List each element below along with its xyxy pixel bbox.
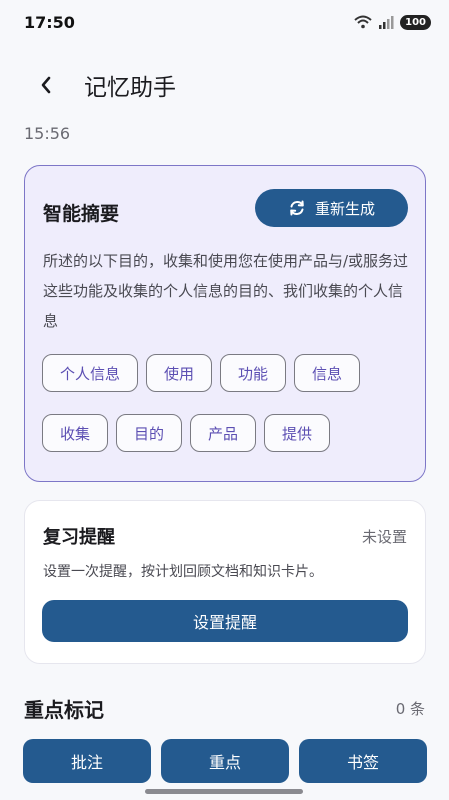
- header: 记忆助手: [0, 58, 449, 112]
- status-time: 17:50: [24, 12, 75, 32]
- highlight-actions: 批注 重点 书签: [23, 739, 427, 783]
- tag-chip[interactable]: 功能: [220, 354, 287, 392]
- review-description: 设置一次提醒，按计划回顾文档和知识卡片。: [43, 564, 323, 580]
- set-reminder-button[interactable]: 设置提醒: [42, 600, 408, 642]
- tag-chip[interactable]: 个人信息: [42, 354, 139, 392]
- signal-icon: [379, 16, 394, 29]
- tag-chip[interactable]: 信息: [294, 354, 361, 392]
- timestamp: 15:56: [24, 124, 71, 143]
- review-status: 未设置: [361, 528, 407, 546]
- summary-title: 智能摘要: [43, 203, 120, 225]
- highlight-button[interactable]: 重点: [161, 739, 289, 783]
- wifi-icon: [354, 15, 372, 29]
- refresh-icon: [290, 200, 304, 216]
- battery-indicator: 100: [400, 14, 431, 30]
- tag-chip[interactable]: 产品: [190, 414, 257, 452]
- tag-chip[interactable]: 提供: [264, 414, 331, 452]
- highlights-count: 0 条: [395, 700, 425, 718]
- highlights-title: 重点标记: [24, 698, 104, 722]
- regenerate-button[interactable]: 重新生成: [255, 189, 408, 227]
- tag-chip[interactable]: 使用: [146, 354, 213, 392]
- back-button[interactable]: [24, 63, 68, 107]
- regenerate-label: 重新生成: [314, 199, 375, 218]
- tag-chip[interactable]: 目的: [116, 414, 183, 452]
- status-icons: 100: [354, 14, 431, 30]
- back-arrow-icon: [41, 76, 51, 94]
- annotation-button[interactable]: 批注: [23, 739, 151, 783]
- home-indicator[interactable]: [145, 789, 303, 794]
- summary-text: 所述的以下目的，收集和使用您在使用产品与/或服务过这些功能及收集的个人信息的目的…: [43, 252, 409, 330]
- status-bar: 17:50 100: [0, 0, 449, 44]
- review-reminder-card: 复习提醒 未设置 设置一次提醒，按计划回顾文档和知识卡片。 设置提醒: [24, 500, 426, 664]
- tag-chip[interactable]: 收集: [42, 414, 109, 452]
- keyword-tags: 个人信息 使用 功能 信息 收集 目的 产品 提供: [42, 354, 412, 452]
- smart-summary-card: 智能摘要 重新生成 所述的以下目的，收集和使用您在使用产品与/或服务过这些功能及…: [24, 165, 426, 482]
- review-title: 复习提醒: [43, 527, 115, 548]
- bookmark-button[interactable]: 书签: [299, 739, 427, 783]
- page-title: 记忆助手: [84, 75, 176, 101]
